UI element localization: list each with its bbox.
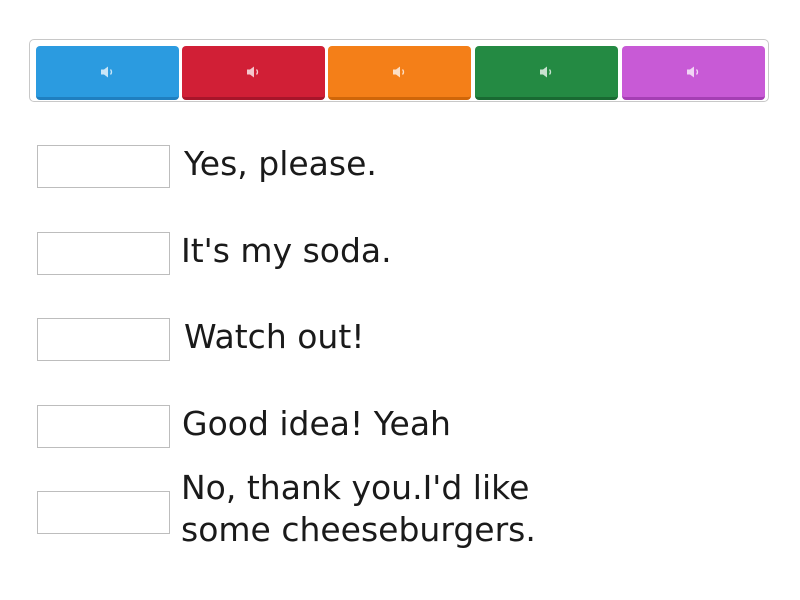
audio-tile-purple[interactable] bbox=[622, 46, 765, 100]
speaker-icon bbox=[686, 66, 698, 77]
audio-tile-tray bbox=[29, 39, 769, 102]
drop-slot-1[interactable] bbox=[37, 145, 170, 188]
audio-tile-blue[interactable] bbox=[36, 46, 179, 100]
speaker-icon bbox=[246, 66, 258, 77]
prompt-text-3: Watch out! bbox=[184, 317, 365, 356]
prompt-text-2: It's my soda. bbox=[181, 231, 392, 270]
audio-tile-green[interactable] bbox=[475, 46, 618, 100]
audio-tile-red[interactable] bbox=[182, 46, 325, 100]
matching-activity: Yes, please. It's my soda. Watch out! Go… bbox=[0, 0, 800, 600]
speaker-icon bbox=[100, 66, 112, 77]
prompt-text-5: No, thank you.I'd like some cheeseburger… bbox=[181, 468, 536, 549]
drop-slot-5[interactable] bbox=[37, 491, 170, 534]
prompt-text-4: Good idea! Yeah bbox=[182, 404, 451, 443]
speaker-icon bbox=[392, 66, 404, 77]
prompt-text-1: Yes, please. bbox=[184, 144, 377, 183]
drop-slot-3[interactable] bbox=[37, 318, 170, 361]
audio-tile-orange[interactable] bbox=[328, 46, 471, 100]
speaker-icon bbox=[539, 66, 551, 77]
drop-slot-2[interactable] bbox=[37, 232, 170, 275]
drop-slot-4[interactable] bbox=[37, 405, 170, 448]
